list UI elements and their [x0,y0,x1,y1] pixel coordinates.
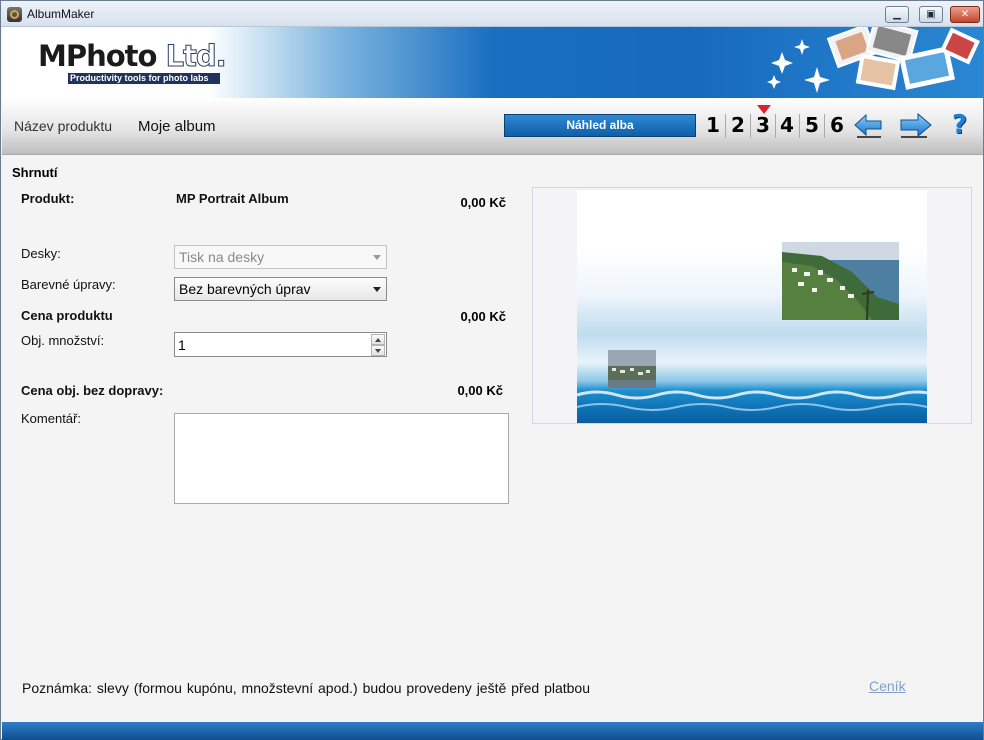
product-value: MP Portrait Album [176,191,289,206]
summary-title: Shrnutí [12,165,58,180]
step-separator [824,114,825,138]
quantity-input[interactable] [178,336,368,353]
back-arrow-icon[interactable] [853,110,883,140]
step-3-button[interactable]: 3 [756,113,770,137]
covers-select[interactable]: Tisk na desky [174,245,387,269]
album-page-preview [577,190,927,423]
album-maker-window: AlbumMaker ▁ ▣ ✕ MPhoto Ltd. Productivit… [0,0,984,740]
window-title: AlbumMaker [27,7,95,21]
summary-panel: Shrnutí Produkt: MP Portrait Album 0,00 … [2,156,983,722]
product-cost-value: 0,00 Kč [460,309,506,324]
step-4-button[interactable]: 4 [780,113,794,137]
logo-suffix-text: Ltd. [156,39,227,74]
total-value: 0,00 Kč [457,383,503,398]
chevron-down-icon [373,287,381,292]
discount-note: Poznámka: slevy (formou kupónu, množstev… [22,680,590,696]
brand-banner: MPhoto Ltd. Productivity tools for photo… [2,27,983,98]
wizard-toolbar: Název produktu Moje album Náhled alba 1 … [2,98,983,155]
comment-field[interactable] [174,413,509,504]
photos-decoration-icon [767,27,980,93]
footer-bar [2,722,983,740]
quantity-decrement-button[interactable] [371,345,385,356]
village-photo [608,350,656,388]
logo-wordmark: MPhoto Ltd. [38,39,227,74]
minimize-button[interactable]: ▁ [885,6,909,23]
product-cost-label: Cena produktu [21,308,113,323]
maximize-button[interactable]: ▣ [919,6,943,23]
color-adjustments-select[interactable]: Bez barevných úprav [174,277,387,301]
quantity-label: Obj. množství: [21,333,105,348]
product-name-value[interactable]: Moje album [138,118,216,135]
comment-label: Komentář: [21,411,81,426]
ocean-waves-decoration [577,390,927,411]
color-adjustments-selected-value: Bez barevných úprav [179,281,311,297]
quantity-increment-button[interactable] [371,334,385,345]
product-price: 0,00 Kč [460,195,506,210]
step-separator [725,114,726,138]
product-name-label: Název produktu [14,118,113,134]
restore-icon: ▣ [926,9,936,20]
covers-label: Desky: [21,246,61,261]
product-label: Produkt: [21,191,75,206]
chevron-down-icon [373,255,381,260]
logo-tagline: Productivity tools for photo labs [68,73,220,84]
album-preview [532,187,972,424]
color-adjustments-label: Barevné úpravy: [21,277,116,292]
total-label: Cena obj. bez dopravy: [21,383,164,398]
album-preview-tab[interactable]: Náhled alba [504,114,696,137]
minimize-icon: ▁ [893,9,901,20]
step-separator [799,114,800,138]
forward-arrow-icon[interactable] [899,110,933,140]
covers-selected-value: Tisk na desky [179,249,265,265]
step-1-button[interactable]: 1 [706,113,720,137]
step-2-button[interactable]: 2 [731,113,745,137]
pricelist-link[interactable]: Ceník [869,678,906,694]
app-icon [7,7,22,22]
close-button[interactable]: ✕ [950,6,980,23]
help-icon[interactable]: ? [952,110,967,140]
step-6-button[interactable]: 6 [830,113,844,137]
coast-photo [782,242,899,320]
quantity-stepper[interactable] [174,332,387,357]
step-separator [750,114,751,138]
step-separator [775,114,776,138]
company-logo: MPhoto Ltd. Productivity tools for photo… [38,39,228,89]
title-bar: AlbumMaker ▁ ▣ ✕ [1,1,983,27]
step-5-button[interactable]: 5 [805,113,819,137]
logo-main-text: MPhoto [38,39,157,73]
close-icon: ✕ [960,9,970,20]
